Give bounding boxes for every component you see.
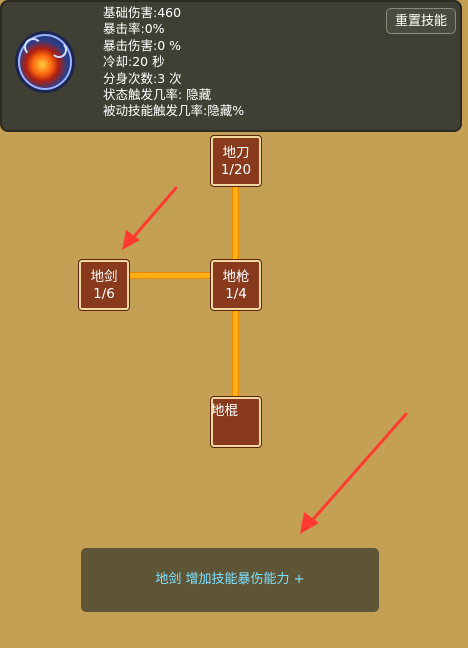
annotation-arrow-icon: [300, 412, 408, 534]
annotation-arrow-icon: [122, 186, 178, 250]
annotation-arrows: [122, 186, 408, 534]
